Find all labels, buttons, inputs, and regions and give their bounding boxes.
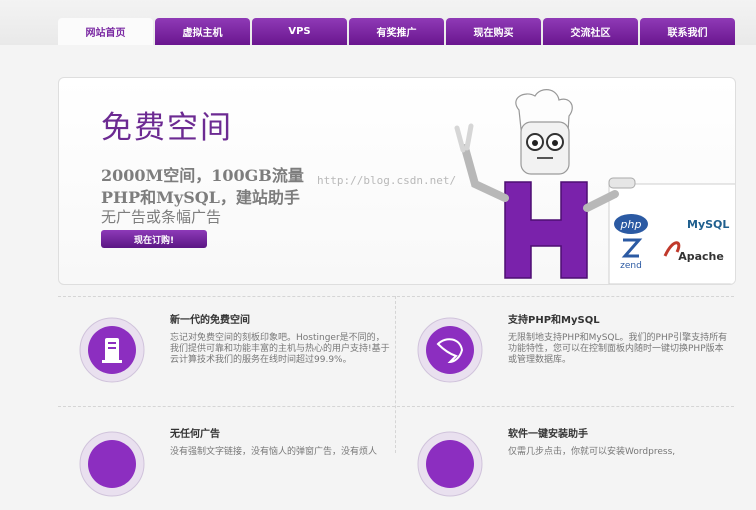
feature-title: 支持PHP和MySQL — [508, 315, 600, 326]
installer-icon — [417, 431, 483, 497]
feature-php-mysql: 支持PHP和MySQL 无限制地支持PHP和MySQL。我们的PHP引擎支持所有… — [396, 296, 727, 396]
tab-hosting[interactable]: 虚拟主机 — [155, 18, 250, 45]
banner-feature-1: 2000M空间，100GB流量 — [101, 166, 304, 185]
divider — [58, 406, 734, 407]
tab-home[interactable]: 网站首页 — [58, 18, 153, 45]
watermark-text: http://blog.csdn.net/ — [317, 174, 457, 187]
no-ads-icon — [79, 431, 145, 497]
dolphin-icon — [417, 317, 483, 383]
hero-banner: 免费空间 2000M空间，100GB流量 PHP和MySQL，建站助手 无广告或… — [58, 77, 736, 285]
banner-feature-2: PHP和MySQL，建站助手 — [101, 188, 300, 207]
tab-referral[interactable]: 有奖推广 — [349, 18, 444, 45]
feature-title: 新一代的免费空间 — [170, 315, 250, 326]
tab-vps[interactable]: VPS — [252, 18, 347, 45]
tab-contact[interactable]: 联系我们 — [640, 18, 735, 45]
zend-logo: zend — [620, 261, 642, 271]
mysql-logo: MySQL — [687, 218, 729, 231]
server-icon — [79, 317, 145, 383]
feature-description: 忘记对免费空间的刻板印象吧。Hostinger是不同的，我们提供可靠和功能丰富的… — [170, 333, 390, 365]
tab-community[interactable]: 交流社区 — [543, 18, 638, 45]
features-section: 新一代的免费空间 忘记对免费空间的刻板印象吧。Hostinger是不同的，我们提… — [58, 296, 734, 497]
feature-title: 无任何广告 — [170, 429, 220, 440]
banner-feature-3: 无广告或条幅广告 — [101, 208, 222, 226]
mascot-illustration: php MySQL zend Apache — [454, 89, 735, 284]
feature-title: 软件一键安装助手 — [508, 429, 588, 440]
order-now-button[interactable]: 现在订购! — [101, 230, 207, 248]
main-nav: 网站首页 虚拟主机 VPS 有奖推广 现在购买 交流社区 联系我们 — [58, 18, 735, 45]
apache-logo: Apache — [678, 250, 724, 263]
feature-installer: 软件一键安装助手 仅需几步点击，你就可以安装Wordpress, — [396, 410, 726, 510]
tab-buy-now[interactable]: 现在购买 — [446, 18, 541, 45]
php-logo: php — [620, 218, 642, 231]
feature-free-hosting: 新一代的免费空间 忘记对免费空间的刻板印象吧。Hostinger是不同的，我们提… — [58, 296, 390, 396]
feature-no-ads: 无任何广告 没有强制文字链接，没有恼人的弹窗广告，没有烦人 — [58, 410, 388, 510]
feature-description: 无限制地支持PHP和MySQL。我们的PHP引擎支持所有功能特性，您可以在控制面… — [508, 333, 728, 365]
banner-title: 免费空间 — [101, 110, 233, 146]
